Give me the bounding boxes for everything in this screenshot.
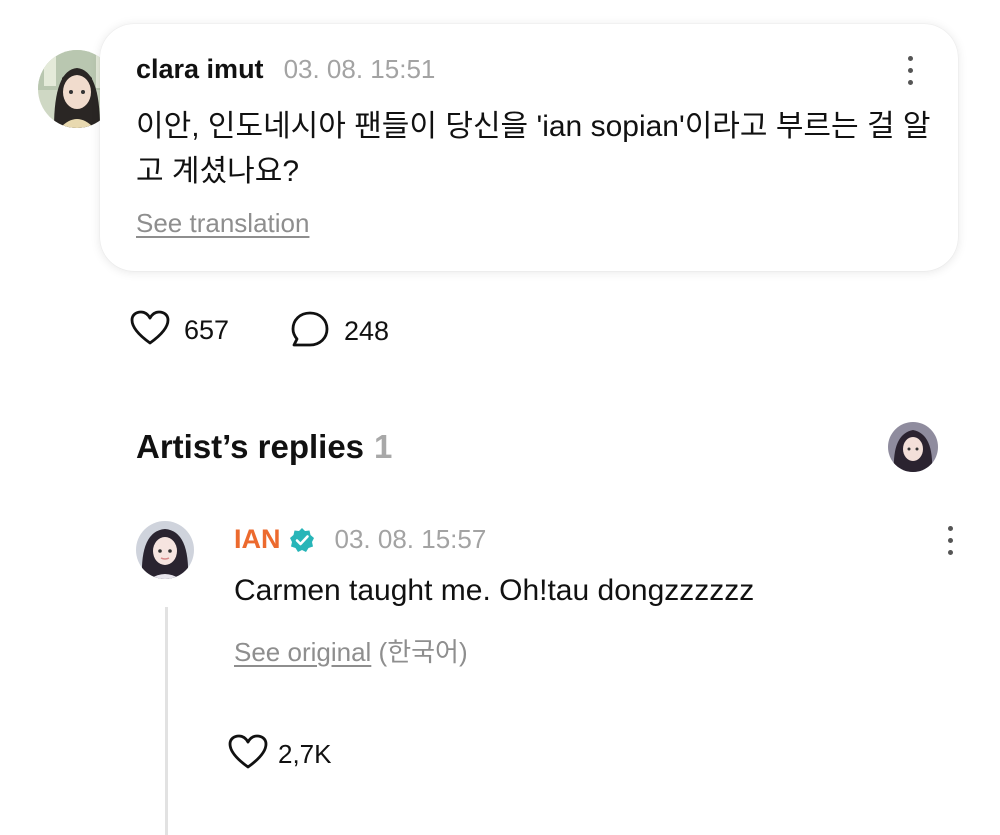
thread-line bbox=[165, 607, 168, 835]
post-timestamp: 03. 08. 15:51 bbox=[283, 54, 436, 84]
original-language-label: (한국어) bbox=[378, 637, 468, 667]
reply-author-name[interactable]: IAN bbox=[234, 524, 281, 555]
see-translation-link[interactable]: See translation bbox=[136, 208, 309, 239]
reply-header: IAN 03. 08. 15:57 bbox=[234, 524, 486, 555]
reply-timestamp: 03. 08. 15:57 bbox=[334, 524, 487, 554]
reply-like-button[interactable]: 2,7K bbox=[228, 734, 332, 775]
reply-text: Carmen taught me. Oh!tau dongzzzzzz bbox=[234, 574, 755, 607]
post-kebab-menu-icon[interactable] bbox=[904, 56, 916, 85]
heart-icon bbox=[130, 310, 170, 351]
verified-badge-icon bbox=[289, 527, 315, 553]
post-comment-button[interactable]: 248 bbox=[290, 310, 389, 353]
reply-author-avatar[interactable] bbox=[136, 521, 194, 579]
reply-like-count: 2,7K bbox=[278, 739, 332, 769]
post-comment-count: 248 bbox=[344, 316, 390, 346]
comment-bubble-icon bbox=[290, 310, 330, 353]
heart-icon bbox=[228, 734, 268, 775]
post-text: 이안, 인도네시아 팬들이 당신을 'ian sopian'이라고 부르는 걸 … bbox=[136, 110, 931, 188]
artist-replies-label: Artist’s replies bbox=[136, 428, 365, 465]
artist-replies-title: Artist’s replies 1 bbox=[136, 428, 392, 466]
post-like-button[interactable]: 657 bbox=[130, 310, 229, 351]
post-header: clara imut 03. 08. 15:51 bbox=[136, 54, 435, 85]
see-original-link[interactable]: See original bbox=[234, 637, 371, 667]
comment-detail-page: clara imut 03. 08. 15:51 이안, 인도네시아 팬들이 당… bbox=[0, 0, 1000, 835]
artist-filter-avatar[interactable] bbox=[888, 422, 938, 472]
see-original-row: See original (한국어) bbox=[234, 632, 468, 669]
post-author-name[interactable]: clara imut bbox=[136, 54, 264, 85]
artist-replies-count: 1 bbox=[374, 428, 393, 465]
post-card: clara imut 03. 08. 15:51 이안, 인도네시아 팬들이 당… bbox=[100, 24, 958, 271]
post-like-count: 657 bbox=[184, 315, 230, 345]
reply-kebab-menu-icon[interactable] bbox=[944, 526, 956, 555]
